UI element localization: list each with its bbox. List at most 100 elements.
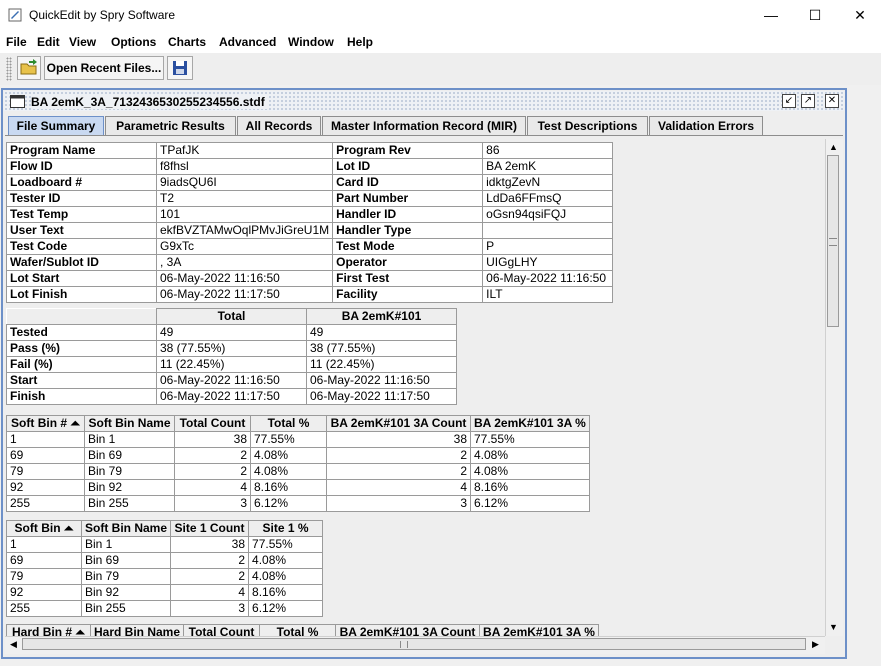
menu-options[interactable]: Options — [111, 35, 156, 49]
table-cell: 06-May-2022 11:16:50 — [156, 372, 307, 389]
tab-all-records[interactable]: All Records — [237, 116, 321, 135]
column-header[interactable]: Total Count — [174, 415, 251, 432]
table-cell: 3 — [326, 495, 471, 512]
column-header[interactable]: Site 1 Count — [170, 520, 250, 537]
table-cell: 2 — [326, 463, 471, 480]
menu-edit[interactable]: Edit — [37, 35, 60, 49]
field-label: User Text — [6, 222, 157, 239]
column-header[interactable]: Total Count — [183, 624, 261, 636]
column-header[interactable]: Soft Bin # ⏶ — [6, 415, 85, 432]
field-label: Handler ID — [332, 206, 484, 223]
table-cell: Bin 1 — [80, 536, 172, 553]
table-cell: 38 — [326, 431, 471, 448]
table-cell: 255 — [6, 600, 82, 617]
menu-window[interactable]: Window — [288, 35, 334, 49]
field-value — [482, 222, 614, 239]
summary-table: Total BA 2emK#101 Tested 49 49 Pass (%) 38 (7… — [6, 308, 457, 405]
column-header[interactable]: Soft Bin ⏶ — [6, 520, 82, 537]
field-value: 86 — [482, 142, 614, 159]
table-cell: Bin 69 — [84, 447, 175, 464]
mir-table: Program Name TPafJK Program Rev 86 Flow ID f8… — [6, 142, 614, 303]
menu-help[interactable]: Help — [347, 35, 373, 49]
hthumb-grip-icon — [400, 641, 408, 648]
close-button[interactable]: ✕ — [837, 0, 881, 31]
row-label: Finish — [6, 388, 157, 405]
table-cell: 77.55% — [248, 536, 324, 553]
column-header[interactable]: Site 1 % — [248, 520, 324, 537]
table-row: 69 Bin 69 2 4.08% — [6, 552, 324, 569]
table-cell: 4 — [170, 584, 250, 601]
table-cell: 4 — [326, 479, 471, 496]
table-cell: 79 — [6, 568, 82, 585]
table-row: Start 06-May-2022 11:16:50 06-May-2022 11:… — [6, 372, 457, 389]
window-title: QuickEdit by Spry Software — [29, 8, 176, 22]
table-row: Test Temp 101 Handler ID oGsn94qsiFQJ — [6, 206, 614, 223]
table-cell: Bin 255 — [80, 600, 172, 617]
table-cell: 6.12% — [250, 495, 327, 512]
field-label: Loadboard # — [6, 174, 157, 191]
field-value: 06-May-2022 11:16:50 — [155, 270, 334, 287]
tab-validation-errors[interactable]: Validation Errors — [649, 116, 763, 135]
field-value: 06-May-2022 11:16:50 — [482, 270, 614, 287]
field-value: 06-May-2022 11:17:50 — [155, 286, 334, 303]
table-cell: 38 — [174, 431, 251, 448]
maximize-button[interactable]: ☐ — [792, 0, 838, 31]
menu-charts[interactable]: Charts — [168, 35, 206, 49]
frame-title: BA 2emK_3A_7132436530255234556.stdf — [31, 95, 269, 109]
column-header[interactable]: BA 2emK#101 3A % — [470, 415, 590, 432]
table-row: 79 Bin 79 2 4.08% 2 4.08% — [6, 463, 590, 480]
column-header[interactable]: BA 2emK#101 3A Count — [335, 624, 481, 636]
table-cell: 92 — [6, 479, 85, 496]
table-row: 255 Bin 255 3 6.12% 3 6.12% — [6, 495, 590, 512]
table-cell: 3 — [170, 600, 250, 617]
open-folder-button[interactable] — [17, 56, 41, 80]
tab-test-descriptions[interactable]: Test Descriptions — [527, 116, 648, 135]
column-header[interactable]: Soft Bin Name — [80, 520, 172, 537]
tab-parametric-results[interactable]: Parametric Results — [105, 116, 236, 135]
table-row: Pass (%) 38 (77.55%) 38 (77.55%) — [6, 340, 457, 357]
horizontal-scroll-thumb[interactable] — [22, 638, 806, 650]
row-label: Pass (%) — [6, 340, 157, 357]
save-icon — [173, 61, 187, 75]
open-recent-files-button[interactable]: Open Recent Files... — [44, 56, 164, 80]
field-label: Facility — [332, 286, 484, 303]
scroll-down-icon[interactable]: ▼ — [826, 620, 841, 635]
close-icon[interactable]: ✕ — [825, 94, 839, 108]
field-label: Program Rev — [332, 142, 484, 159]
column-header[interactable]: BA 2emK#101 3A % — [479, 624, 599, 636]
column-header[interactable]: Total % — [259, 624, 337, 636]
save-button[interactable] — [167, 56, 193, 80]
field-label: Wafer/Sublot ID — [6, 254, 157, 271]
table-row: 1 Bin 1 38 77.55% — [6, 536, 324, 553]
table-cell: 3 — [174, 495, 251, 512]
column-header[interactable]: Soft Bin Name — [84, 415, 175, 432]
menu-file[interactable]: File — [6, 35, 27, 49]
tab-mir[interactable]: Master Information Record (MIR) — [322, 116, 526, 135]
table-cell: 255 — [6, 495, 85, 512]
scroll-up-icon[interactable]: ▲ — [826, 140, 841, 155]
tab-file-summary[interactable]: File Summary — [8, 116, 104, 135]
field-value: ekfBVZTAMwOqlPMvJiGreU1M — [155, 222, 334, 239]
scroll-right-icon[interactable]: ▶ — [808, 637, 823, 652]
table-row: Lot Start 06-May-2022 11:16:50 First Test 0… — [6, 270, 614, 287]
field-label: Test Mode — [332, 238, 484, 255]
field-value: G9xTc — [155, 238, 334, 255]
minimize-button[interactable]: — — [748, 0, 794, 31]
column-header — [6, 308, 157, 325]
soft-bin-site-table: Soft Bin ⏶ Soft Bin Name Site 1 Count Site … — [6, 520, 324, 617]
table-cell: 4.08% — [248, 552, 324, 569]
table-row: Finish 06-May-2022 11:17:50 06-May-2022 11… — [6, 388, 457, 405]
document-icon — [10, 95, 25, 108]
maximize-icon[interactable]: ↗ — [801, 94, 815, 108]
thumb-grip-icon — [829, 238, 837, 246]
column-header[interactable]: BA 2emK#101 3A Count — [326, 415, 471, 432]
restore-icon[interactable]: ↙ — [782, 94, 796, 108]
table-row: 1 Bin 1 38 77.55% 38 77.55% — [6, 431, 590, 448]
menu-advanced[interactable]: Advanced — [219, 35, 276, 49]
column-header[interactable]: Total % — [250, 415, 327, 432]
scroll-left-icon[interactable]: ◀ — [6, 637, 21, 652]
menu-view[interactable]: View — [69, 35, 96, 49]
table-cell: 06-May-2022 11:16:50 — [306, 372, 457, 389]
column-header[interactable]: Hard Bin Name — [89, 624, 185, 636]
column-header[interactable]: Hard Bin # ⏶ — [6, 624, 91, 636]
